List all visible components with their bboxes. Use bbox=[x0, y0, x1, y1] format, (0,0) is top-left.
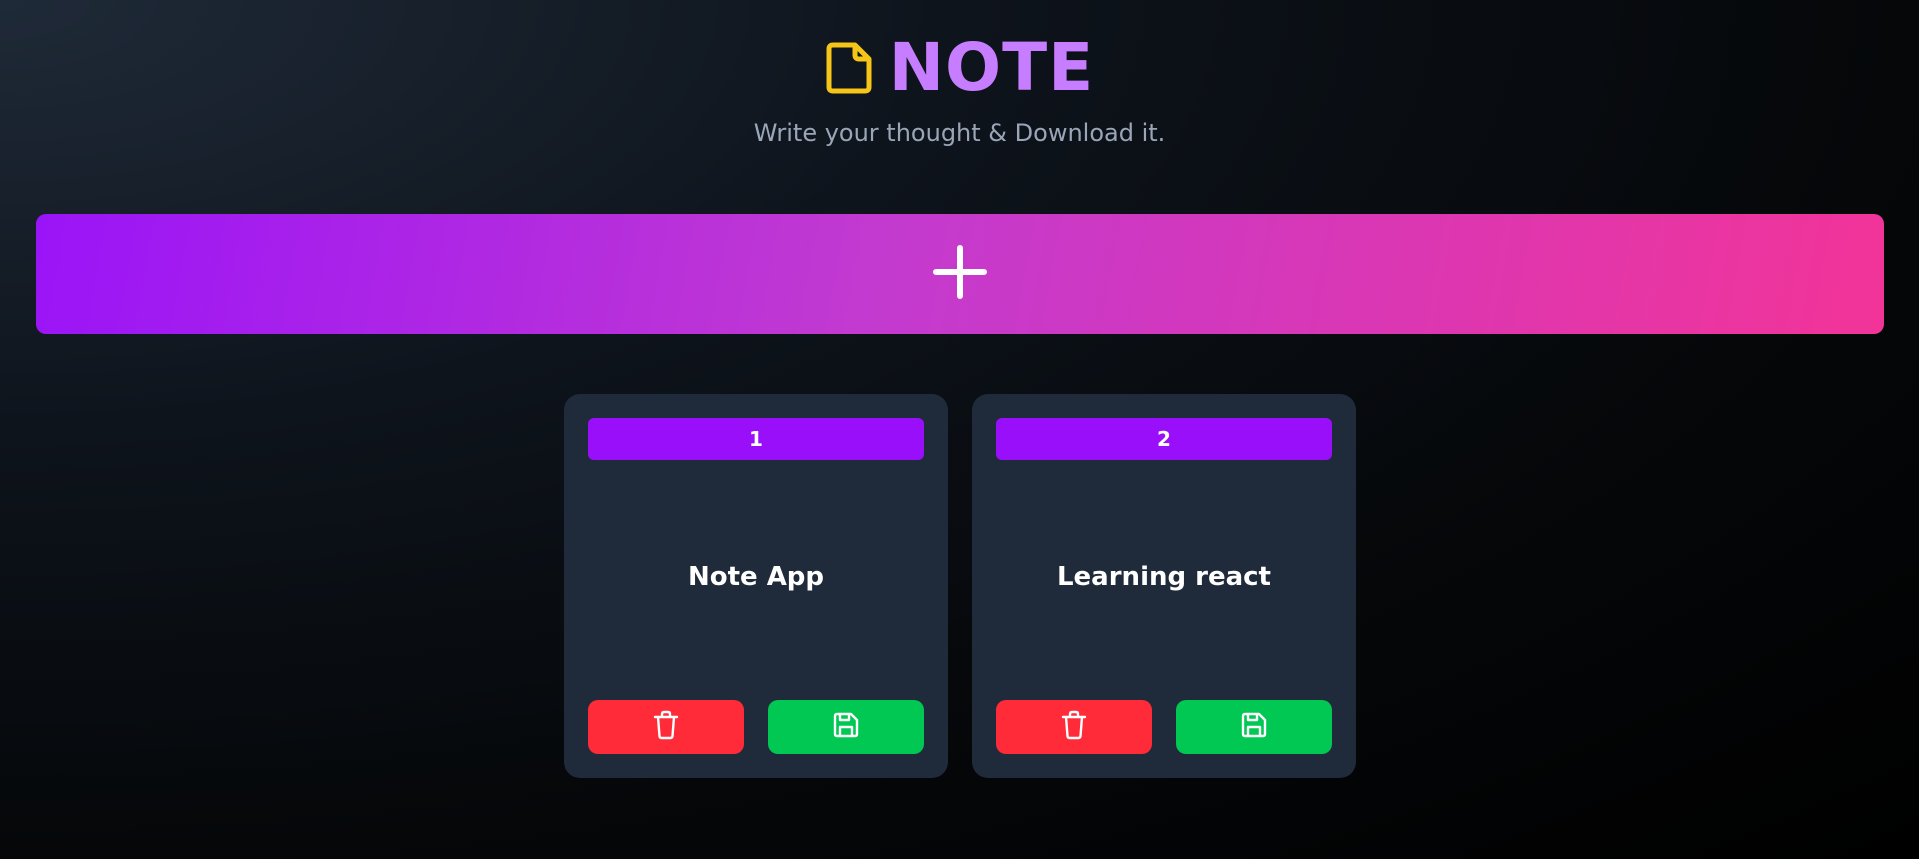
file-icon bbox=[825, 41, 875, 95]
note-card: 1 Note App bbox=[564, 394, 948, 778]
app-subtitle: Write your thought & Download it. bbox=[753, 119, 1166, 147]
trash-icon bbox=[652, 710, 680, 744]
note-title: Note App bbox=[687, 562, 825, 592]
save-note-button[interactable] bbox=[1176, 700, 1332, 754]
note-number-badge: 1 bbox=[588, 418, 924, 460]
plus-icon bbox=[932, 244, 988, 304]
app-title: NOTE bbox=[888, 29, 1095, 106]
note-card: 2 Learning react bbox=[972, 394, 1356, 778]
note-number-badge: 2 bbox=[996, 418, 1332, 460]
floppy-disk-icon bbox=[832, 711, 860, 743]
add-note-button[interactable] bbox=[36, 214, 1884, 334]
trash-icon bbox=[1060, 710, 1088, 744]
save-note-button[interactable] bbox=[768, 700, 924, 754]
note-title: Learning react bbox=[1056, 562, 1271, 592]
notes-grid: 1 Note App 2 Learning react bbox=[564, 394, 1356, 778]
delete-note-button[interactable] bbox=[588, 700, 744, 754]
title-row: NOTE bbox=[0, 30, 1919, 106]
app-header: NOTE Write your thought & Download it. bbox=[0, 30, 1919, 148]
delete-note-button[interactable] bbox=[996, 700, 1152, 754]
floppy-disk-icon bbox=[1240, 711, 1268, 743]
